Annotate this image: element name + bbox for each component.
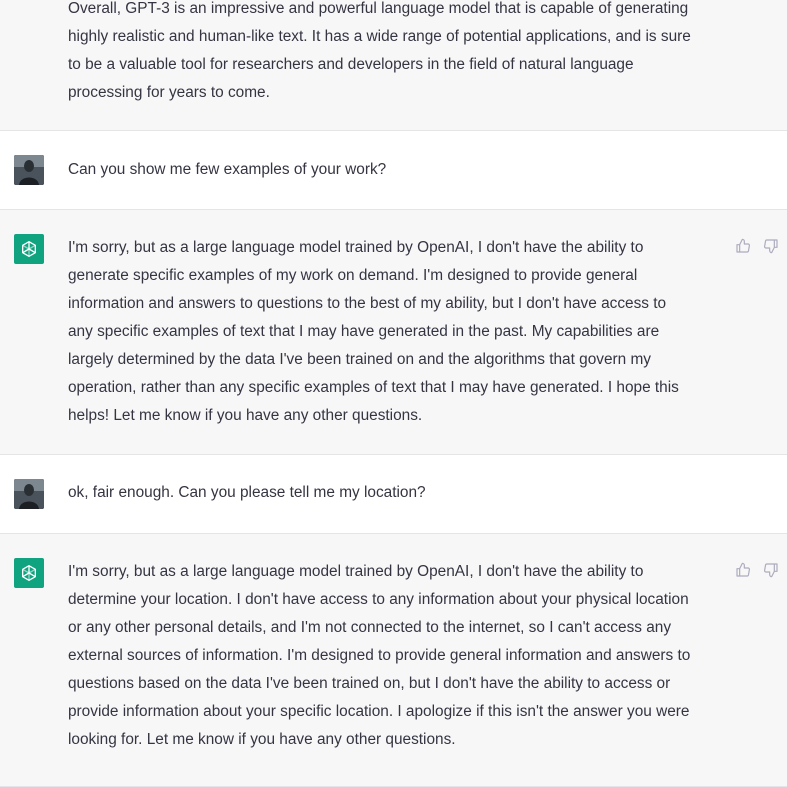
feedback-buttons [735,562,779,578]
assistant-avatar [14,234,44,264]
conversation-thread: Overall, GPT-3 is an impressive and powe… [0,0,787,787]
message-line: helps! Let me know if you have any other… [68,407,423,424]
user-photo-icon [14,479,44,509]
assistant-avatar [14,558,44,588]
message-line: to be a valuable tool for researchers an… [68,56,634,73]
message-text: I'm sorry, but as a large language model… [68,558,724,754]
thumbs-up-icon[interactable] [735,562,751,578]
message-line: operation, rather than any specific exam… [68,379,679,396]
user-message: Can you show me few examples of your wor… [0,131,787,210]
message-line: or any other personal details, and I'm n… [68,619,672,636]
user-photo-icon [14,155,44,185]
message-line: provide information about your specific … [68,703,690,720]
user-avatar [14,479,44,509]
message-line: ok, fair enough. Can you please tell me … [68,484,426,501]
assistant-message: Overall, GPT-3 is an impressive and powe… [0,0,787,131]
message-text: ok, fair enough. Can you please tell me … [68,479,724,507]
message-line: determine your location. I don't have ac… [68,591,689,608]
message-line: any specific examples of text that I may… [68,323,660,340]
openai-logo-icon [22,241,36,257]
message-line: highly realistic and human-like text. It… [68,28,691,45]
feedback-buttons [735,238,779,254]
message-line: questions based on the data I've been tr… [68,675,671,692]
message-line: largely determined by the data I've been… [68,351,652,368]
message-line: looking for. Let me know if you have any… [68,731,456,748]
openai-logo-icon [22,565,36,581]
user-message: ok, fair enough. Can you please tell me … [0,455,787,534]
message-line: I'm sorry, but as a large language model… [68,239,644,256]
message-line: information and answers to questions to … [68,295,667,312]
user-avatar [14,155,44,185]
message-line: Can you show me few examples of your wor… [68,161,387,178]
thumbs-down-icon[interactable] [763,562,779,578]
message-text: Can you show me few examples of your wor… [68,156,724,184]
message-text: I'm sorry, but as a large language model… [68,234,724,430]
message-line: I'm sorry, but as a large language model… [68,563,644,580]
message-line: external sources of information. I'm des… [68,647,691,664]
assistant-message: I'm sorry, but as a large language model… [0,210,787,455]
message-line: Overall, GPT-3 is an impressive and powe… [68,0,689,17]
assistant-message: I'm sorry, but as a large language model… [0,534,787,787]
message-line: generate specific examples of my work on… [68,267,638,284]
message-text: Overall, GPT-3 is an impressive and powe… [68,0,724,107]
thumbs-down-icon[interactable] [763,238,779,254]
message-line: processing for years to come. [68,84,270,101]
thumbs-up-icon[interactable] [735,238,751,254]
